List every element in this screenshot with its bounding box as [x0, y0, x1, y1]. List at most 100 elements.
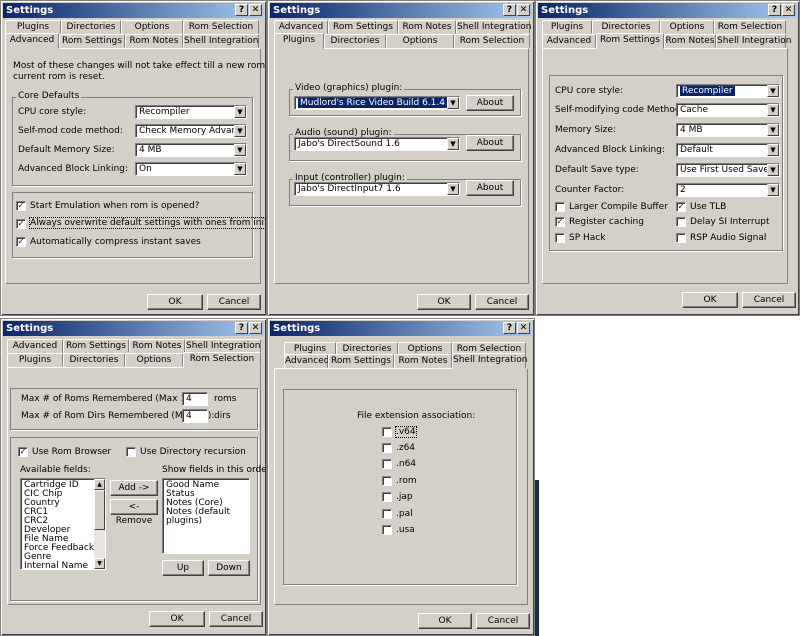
help-button[interactable]: ? — [503, 4, 516, 16]
tab-options[interactable]: Options — [125, 353, 183, 367]
list-item[interactable]: Internal Name — [24, 562, 103, 570]
title-bar[interactable]: Settings ? ✕ — [3, 3, 264, 18]
use-dir-recursion-checkbox[interactable] — [126, 447, 136, 457]
help-button[interactable]: ? — [235, 322, 248, 334]
show-fields-list[interactable]: Good Name Status Notes (Core) Notes (def… — [162, 478, 250, 554]
dropdown-arrow-icon[interactable]: ▼ — [447, 97, 459, 109]
dropdown-arrow-icon[interactable]: ▼ — [447, 183, 459, 195]
larger-compile-buffer-checkbox[interactable] — [555, 202, 565, 212]
tab-shell-integration[interactable]: Shell Integration — [716, 34, 791, 48]
register-caching-checkbox[interactable]: ✓ — [555, 217, 565, 227]
video-plugin-select[interactable]: Mudlord's Rice Video Build 6.1.4 ▼ — [294, 96, 460, 110]
title-bar[interactable]: Settings ? ✕ — [270, 3, 532, 18]
cancel-button[interactable]: Cancel — [742, 292, 796, 308]
ok-button[interactable]: OK — [682, 292, 738, 308]
tab-rom-notes[interactable]: Rom Notes — [394, 354, 452, 368]
move-down-button[interactable]: Down — [208, 560, 250, 576]
tab-options[interactable]: Options — [121, 20, 183, 34]
tab-rom-settings[interactable]: Rom Settings — [328, 20, 398, 34]
ok-button[interactable]: OK — [147, 294, 203, 310]
video-about-button[interactable]: About — [466, 95, 514, 111]
tab-advanced[interactable]: Advanced — [542, 34, 596, 48]
help-button[interactable]: ? — [768, 4, 781, 16]
move-up-button[interactable]: Up — [162, 560, 204, 576]
selfmod-select[interactable]: Cache ▼ — [676, 103, 780, 117]
tab-advanced[interactable]: Advanced — [284, 354, 329, 368]
ext-pal-checkbox[interactable] — [382, 509, 392, 519]
block-linking-select[interactable]: On ▼ — [135, 162, 247, 176]
counter-factor-select[interactable]: 2 ▼ — [676, 183, 780, 197]
tab-rom-notes[interactable]: Rom Notes — [398, 20, 456, 34]
dropdown-arrow-icon[interactable]: ▼ — [767, 164, 779, 176]
ext-rom-checkbox[interactable] — [382, 476, 392, 486]
title-bar[interactable]: Settings ? ✕ — [538, 3, 797, 18]
input-about-button[interactable]: About — [466, 180, 514, 196]
close-button[interactable]: ✕ — [517, 322, 530, 334]
start-emulation-checkbox[interactable]: ✓ — [16, 201, 26, 211]
ok-button[interactable]: OK — [417, 294, 471, 310]
tab-options[interactable]: Options — [660, 20, 714, 34]
tab-advanced[interactable]: Advanced — [7, 339, 63, 353]
ext-z64-checkbox[interactable] — [382, 443, 392, 453]
use-tlb-checkbox[interactable]: ✓ — [676, 202, 686, 212]
selfmod-select[interactable]: Check Memory Advance ▼ — [135, 124, 247, 138]
title-bar[interactable]: Settings ? ✕ — [3, 321, 264, 336]
dropdown-arrow-icon[interactable]: ▼ — [767, 85, 779, 97]
max-roms-input[interactable]: 4 — [182, 392, 208, 406]
tab-directories[interactable]: Directories — [592, 20, 660, 34]
scroll-down-icon[interactable]: ▼ — [94, 558, 105, 569]
tab-plugins[interactable]: Plugins — [542, 20, 592, 34]
dropdown-arrow-icon[interactable]: ▼ — [767, 124, 779, 136]
tab-advanced[interactable]: Advanced — [5, 33, 59, 49]
add-field-button[interactable]: Add -> — [110, 480, 158, 496]
rsp-audio-checkbox[interactable] — [676, 233, 686, 243]
ext-jap-checkbox[interactable] — [382, 492, 392, 502]
max-dirs-input[interactable]: 4 — [182, 409, 208, 423]
tab-directories[interactable]: Directories — [61, 20, 121, 34]
block-linking-select[interactable]: Default ▼ — [676, 143, 780, 157]
tab-shell-integration[interactable]: Shell Integration — [452, 353, 527, 369]
memory-size-select[interactable]: 4 MB ▼ — [135, 143, 247, 157]
cpu-core-select[interactable]: Recompiler ▼ — [135, 105, 247, 119]
sp-hack-checkbox[interactable] — [555, 233, 565, 243]
tab-plugins[interactable]: Plugins — [7, 353, 63, 367]
input-plugin-select[interactable]: Jabo's DirectInput7 1.6 ▼ — [294, 182, 460, 196]
ext-n64-checkbox[interactable] — [382, 459, 392, 469]
close-button[interactable]: ✕ — [249, 322, 262, 334]
tab-rom-selection[interactable]: Rom Selection — [183, 352, 261, 368]
scrollbar[interactable]: ▲ ▼ — [94, 479, 105, 569]
cancel-button[interactable]: Cancel — [209, 611, 263, 627]
tab-rom-selection[interactable]: Rom Selection — [454, 34, 530, 48]
cancel-button[interactable]: Cancel — [475, 294, 529, 310]
scroll-thumb[interactable] — [94, 490, 105, 530]
cancel-button[interactable]: Cancel — [207, 294, 261, 310]
tab-plugins[interactable]: Plugins — [5, 20, 61, 34]
cancel-button[interactable]: Cancel — [476, 613, 530, 629]
remove-field-button[interactable]: <- Remove — [110, 499, 158, 526]
ext-v64-checkbox[interactable] — [382, 427, 392, 437]
dropdown-arrow-icon[interactable]: ▼ — [234, 125, 246, 137]
dropdown-arrow-icon[interactable]: ▼ — [234, 106, 246, 118]
audio-about-button[interactable]: About — [466, 135, 514, 151]
tab-rom-selection[interactable]: Rom Selection — [714, 20, 786, 34]
tab-rom-settings[interactable]: Rom Settings — [328, 354, 394, 368]
dropdown-arrow-icon[interactable]: ▼ — [767, 144, 779, 156]
close-button[interactable]: ✕ — [249, 4, 262, 16]
help-button[interactable]: ? — [503, 322, 516, 334]
delay-si-checkbox[interactable] — [676, 217, 686, 227]
dropdown-arrow-icon[interactable]: ▼ — [234, 144, 246, 156]
tab-shell-integration[interactable]: Shell Integration — [185, 339, 261, 353]
dropdown-arrow-icon[interactable]: ▼ — [447, 138, 459, 150]
cpu-core-select[interactable]: Recompiler ▼ — [676, 84, 780, 98]
tab-rom-notes[interactable]: Rom Notes — [664, 34, 716, 48]
save-type-select[interactable]: Use First Used Save Type▼ — [676, 163, 780, 177]
ok-button[interactable]: OK — [418, 613, 472, 629]
tab-rom-settings[interactable]: Rom Settings — [596, 33, 664, 49]
tab-plugins[interactable]: Plugins — [274, 33, 324, 49]
ok-button[interactable]: OK — [149, 611, 205, 627]
overwrite-defaults-checkbox[interactable]: ✓ — [16, 219, 26, 229]
tab-advanced[interactable]: Advanced — [274, 20, 328, 34]
tab-directories[interactable]: Directories — [63, 353, 125, 367]
scroll-up-icon[interactable]: ▲ — [94, 479, 105, 490]
available-fields-list[interactable]: Cartridge ID CIC Chip Country CRC1 CRC2 … — [20, 478, 106, 570]
